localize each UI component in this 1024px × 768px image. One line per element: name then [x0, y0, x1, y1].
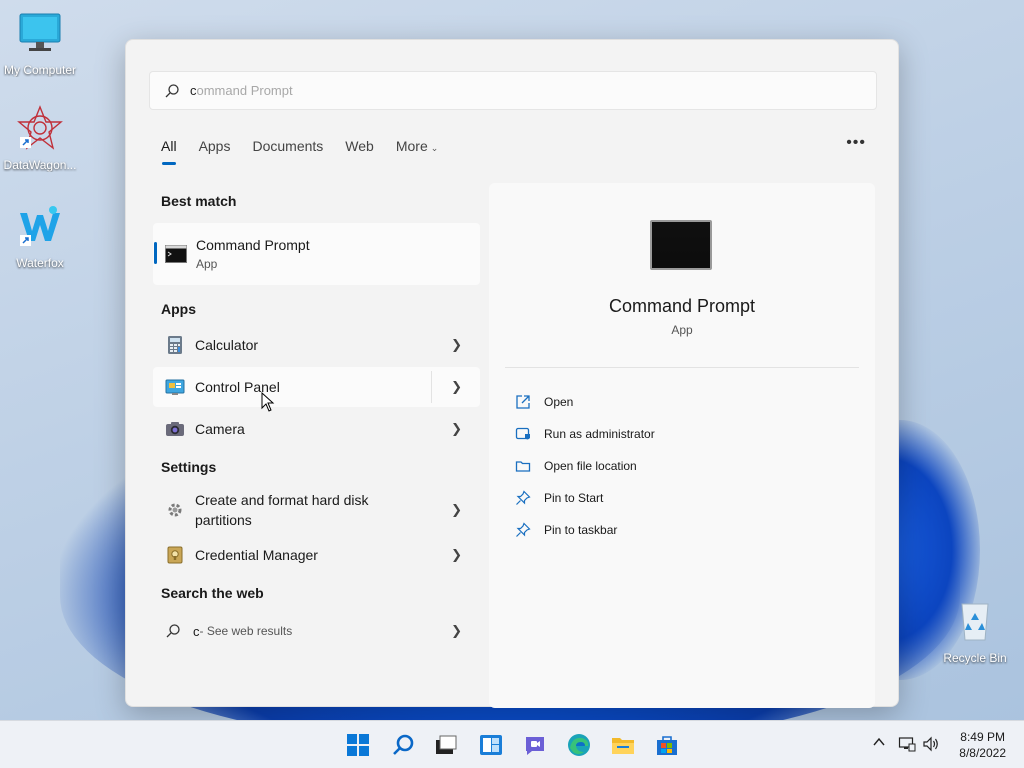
- desktop-icon-label: My Computer: [3, 63, 77, 77]
- network-icon[interactable]: [898, 735, 916, 753]
- desktop-icon-waterfox[interactable]: Waterfox: [0, 203, 80, 270]
- tab-apps[interactable]: Apps: [199, 138, 231, 154]
- list-item-control-panel[interactable]: Control Panel ❯: [153, 367, 480, 407]
- search-suggestion-text: ommand Prompt: [196, 83, 293, 98]
- list-item-credential-manager[interactable]: Credential Manager ❯: [153, 535, 480, 575]
- store-icon[interactable]: [654, 732, 680, 758]
- list-item-web-search[interactable]: c - See web results ❯: [153, 611, 480, 651]
- recycle-bin-icon: [961, 603, 989, 641]
- results-list: Best match Command Prompt App Apps Calcu…: [153, 185, 480, 651]
- best-match-heading: Best match: [161, 193, 237, 209]
- apps-heading: Apps: [161, 301, 196, 317]
- action-label: Run as administrator: [544, 427, 655, 441]
- settings-heading: Settings: [161, 459, 217, 475]
- chevron-right-icon[interactable]: ❯: [451, 623, 462, 639]
- chevron-right-icon[interactable]: ❯: [451, 421, 462, 437]
- action-label: Pin to taskbar: [544, 523, 618, 537]
- desktop-icon-datawagon[interactable]: DataWagon...: [0, 105, 80, 172]
- action-open[interactable]: Open: [515, 386, 655, 418]
- list-item-label: Calculator: [195, 337, 259, 353]
- list-item-camera[interactable]: Camera ❯: [153, 409, 480, 449]
- mouse-cursor-icon: [261, 392, 275, 412]
- action-run-as-admin[interactable]: Run as administrator: [515, 418, 655, 450]
- preview-type: App: [671, 323, 693, 337]
- list-item-label: Camera: [195, 421, 245, 437]
- preview-title: Command Prompt: [608, 296, 756, 316]
- action-pin-to-start[interactable]: Pin to Start: [515, 482, 655, 514]
- credential-manager-icon: [167, 546, 183, 564]
- chevron-up-icon[interactable]: [872, 735, 886, 749]
- chevron-right-icon[interactable]: ❯: [451, 337, 462, 353]
- monitor-icon: [19, 13, 61, 51]
- list-item-calculator[interactable]: Calculator ❯: [153, 325, 480, 365]
- preview-pane: Command Prompt App Open Run as administr…: [489, 183, 875, 708]
- desktop-icon-label: Waterfox: [16, 256, 64, 270]
- clock-date: 8/8/2022: [959, 746, 1006, 760]
- search-icon: [165, 83, 179, 97]
- widgets-icon[interactable]: [478, 732, 504, 758]
- web-suffix: - See web results: [199, 624, 293, 638]
- search-tabs: All Apps Documents Web More ⌄: [161, 138, 460, 165]
- volume-icon[interactable]: [922, 735, 940, 753]
- tab-all[interactable]: All: [161, 138, 177, 165]
- desktop-icon-recycle-bin[interactable]: Recycle Bin: [935, 598, 1015, 665]
- task-view-icon[interactable]: [433, 732, 459, 758]
- pin-icon: [516, 490, 531, 505]
- datawagon-icon: [17, 105, 63, 150]
- chat-icon[interactable]: [522, 732, 548, 758]
- disk-settings-icon: [168, 503, 182, 517]
- camera-icon: [166, 422, 184, 436]
- preview-divider: [505, 367, 859, 368]
- row-divider: [431, 371, 432, 403]
- chevron-down-icon: ⌄: [430, 143, 439, 153]
- best-match-type: App: [196, 257, 218, 271]
- action-label: Open file location: [544, 459, 637, 473]
- list-item-label: Credential Manager: [195, 547, 318, 563]
- tab-web[interactable]: Web: [345, 138, 374, 154]
- more-options-icon[interactable]: •••: [846, 134, 866, 152]
- tab-more-label: More: [395, 138, 428, 154]
- desktop-icon-label: Recycle Bin: [943, 651, 1007, 665]
- shield-admin-icon: [515, 427, 530, 440]
- folder-icon: [515, 461, 531, 472]
- open-external-icon: [516, 395, 530, 409]
- desktop-icon-label: DataWagon...: [3, 158, 77, 172]
- list-item-label-line2: partitions: [195, 512, 252, 528]
- search-input[interactable]: c ommand Prompt: [149, 71, 877, 110]
- chevron-right-icon[interactable]: ❯: [451, 379, 462, 395]
- file-explorer-icon[interactable]: [610, 732, 636, 758]
- edge-browser-icon[interactable]: [566, 732, 592, 758]
- tab-more[interactable]: More ⌄: [396, 138, 438, 154]
- start-button-windows-icon[interactable]: [345, 732, 371, 758]
- chevron-right-icon[interactable]: ❯: [451, 502, 462, 518]
- control-panel-icon: [165, 379, 185, 395]
- waterfox-icon: [20, 206, 60, 246]
- list-item-label-line1: Create and format hard disk: [195, 492, 369, 508]
- command-prompt-icon: [165, 245, 187, 263]
- search-web-heading: Search the web: [161, 585, 264, 601]
- calculator-icon: [168, 336, 182, 354]
- taskbar: 8:49 PM 8/8/2022: [0, 720, 1024, 768]
- preview-actions: Open Run as administrator Open file loca…: [515, 386, 655, 546]
- clock-time: 8:49 PM: [960, 730, 1005, 744]
- list-item-label: Create and format hard disk partitions: [195, 490, 369, 530]
- search-panel: c ommand Prompt All Apps Documents Web Mo…: [125, 39, 899, 708]
- desktop-icon-my-computer[interactable]: My Computer: [0, 10, 80, 77]
- action-open-file-location[interactable]: Open file location: [515, 450, 655, 482]
- tab-documents[interactable]: Documents: [252, 138, 323, 154]
- action-label: Open: [544, 395, 574, 409]
- taskbar-search-icon[interactable]: [390, 732, 416, 758]
- pin-icon: [516, 522, 531, 537]
- action-pin-to-taskbar[interactable]: Pin to taskbar: [515, 514, 655, 546]
- best-match-item[interactable]: Command Prompt App: [153, 223, 480, 285]
- best-match-name: Command Prompt: [196, 237, 310, 253]
- search-icon: [166, 624, 180, 638]
- action-label: Pin to Start: [544, 491, 604, 505]
- taskbar-clock[interactable]: 8:49 PM 8/8/2022: [959, 729, 1006, 761]
- list-item-disk-partitions[interactable]: Create and format hard disk partitions ❯: [153, 485, 480, 535]
- chevron-right-icon[interactable]: ❯: [451, 547, 462, 563]
- command-prompt-large-icon: [650, 220, 712, 270]
